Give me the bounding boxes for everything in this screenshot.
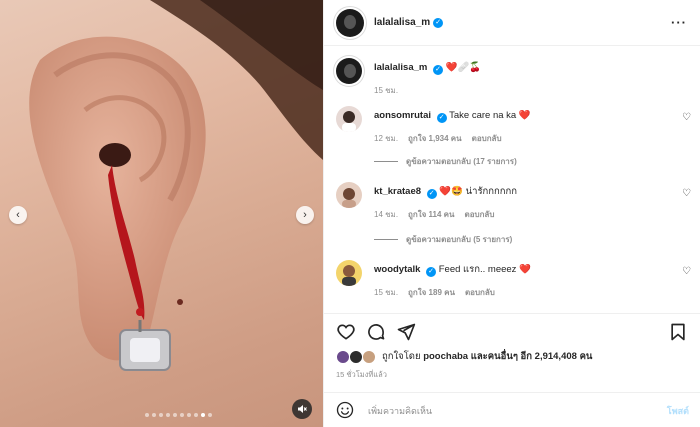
carousel-dot [187, 413, 191, 417]
share-icon[interactable] [396, 322, 416, 342]
caption-time[interactable]: 15 ชม. [374, 84, 398, 97]
caption-username[interactable]: lalalalisa_m [374, 62, 427, 73]
emoji-icon[interactable] [336, 401, 354, 419]
comment-username[interactable]: kt_kratae8 [374, 186, 421, 197]
likes-prefix: ถูกใจโดย [382, 351, 421, 362]
liker-avatars[interactable] [336, 349, 378, 364]
verified-icon: ✓ [436, 113, 447, 123]
likes-middle[interactable]: และคนอื่นๆ อีก [471, 349, 532, 364]
comment-emoji: ❤️ [519, 264, 531, 275]
comment-time[interactable]: 14 ชม. [374, 208, 398, 221]
avatar[interactable] [336, 8, 364, 37]
post-media[interactable]: ‹ › [0, 0, 323, 427]
comment-emoji: ❤️🤩 [439, 186, 463, 197]
ear-photo [29, 0, 323, 371]
carousel-dot [145, 413, 149, 417]
heart-icon[interactable]: ♡ [682, 188, 691, 199]
reply-button[interactable]: ตอบกลับ [472, 132, 502, 145]
carousel-dot [159, 413, 163, 417]
reply-button[interactable]: ตอบกลับ [465, 286, 495, 299]
verified-icon: ✓ [426, 267, 437, 277]
caption-text: ❤️🩹🍒 [445, 62, 482, 73]
posted-time[interactable]: 15 ชั่วโมงที่แล้ว [336, 369, 387, 381]
comment-composer: เพิ่มความคิดเห็น โพสต์ [324, 392, 700, 427]
comment-likes[interactable]: ถูกใจ 189 คน [408, 286, 455, 299]
comment-emoji: ❤️ [518, 110, 531, 121]
carousel-dot [180, 413, 184, 417]
instagram-post-modal: ‹ › lalalalisa_m ✓ ··· lalalalisa_m ✓ ❤️… [0, 0, 700, 427]
liker-username[interactable]: poochaba [423, 351, 468, 362]
avatar[interactable] [336, 58, 362, 84]
comment-username[interactable]: aonsomrutai [374, 110, 431, 121]
carousel-dot [201, 413, 205, 417]
carousel-dot [208, 413, 212, 417]
comment-text: น่ารักกกกกก [465, 186, 518, 197]
avatar[interactable] [336, 106, 362, 132]
verified-icon: ✓ [433, 65, 443, 75]
more-icon[interactable]: ··· [671, 15, 687, 30]
comment-time[interactable]: 15 ชม. [374, 286, 398, 299]
view-replies-button[interactable]: ดูข้อความตอบกลับ (17 รายการ) [374, 155, 517, 168]
action-bar [324, 313, 700, 347]
caption: lalalalisa_m ✓ ❤️🩹🍒 15 ชม. [336, 58, 691, 98]
list-item: woodytalk ✓ Feed แรก.. meeez ❤️ 15 ชม. ถ… [336, 260, 691, 300]
post-header: lalalalisa_m ✓ ··· [324, 0, 700, 46]
list-item: kt_kratae8 ✓ ❤️🤩 น่ารักกกกกก 14 ชม. ถูกใ… [336, 182, 691, 222]
comment-likes[interactable]: ถูกใจ 114 คน [408, 208, 454, 221]
carousel-dot [152, 413, 156, 417]
carousel-dots [0, 413, 323, 417]
heart-icon[interactable]: ♡ [682, 112, 691, 123]
view-replies-label: ดูข้อความตอบกลับ (17 รายการ) [406, 157, 517, 166]
view-replies-label: ดูข้อความตอบกลับ (5 รายการ) [406, 235, 513, 244]
author-username[interactable]: lalalalisa_m [374, 17, 430, 28]
comment-username[interactable]: woodytalk [374, 264, 420, 275]
comment-text: Take care na ka [449, 110, 517, 121]
likes-summary: ถูกใจโดย poochaba และคนอื่นๆ อีก 2,914,4… [336, 349, 592, 364]
heart-icon[interactable] [336, 322, 356, 342]
heart-icon[interactable]: ♡ [682, 266, 691, 277]
chevron-left-icon[interactable]: ‹ [9, 206, 27, 224]
likes-suffix: คน [579, 351, 593, 362]
list-item: aonsomrutai ✓ Take care na ka ❤️ 12 ชม. … [336, 106, 691, 146]
comments-list: lalalalisa_m ✓ ❤️🩹🍒 15 ชม. aonsomrutai ✓… [324, 46, 700, 313]
view-replies-button[interactable]: ดูข้อความตอบกลับ (5 รายการ) [374, 233, 512, 246]
avatar[interactable] [336, 182, 362, 208]
comment-likes[interactable]: ถูกใจ 1,934 คน [408, 132, 462, 145]
carousel-dot [166, 413, 170, 417]
avatar[interactable] [336, 260, 362, 286]
carousel-dot [194, 413, 198, 417]
verified-icon: ✓ [433, 17, 444, 28]
chevron-right-icon[interactable]: › [296, 206, 314, 224]
carousel-dot [173, 413, 177, 417]
comment-icon[interactable] [366, 322, 386, 342]
post-sidebar: lalalalisa_m ✓ ··· lalalalisa_m ✓ ❤️🩹🍒 1… [323, 0, 700, 427]
verified-icon: ✓ [426, 189, 437, 199]
likes-count[interactable]: 2,914,408 [535, 351, 577, 362]
post-button[interactable]: โพสต์ [667, 404, 689, 418]
comment-text: Feed แรก.. meeez [438, 264, 517, 275]
bookmark-icon[interactable] [668, 322, 688, 342]
reply-button[interactable]: ตอบกลับ [465, 208, 495, 221]
comment-input[interactable]: เพิ่มความคิดเห็น [368, 404, 432, 418]
mute-icon[interactable] [292, 399, 312, 419]
comment-time[interactable]: 12 ชม. [374, 132, 398, 145]
